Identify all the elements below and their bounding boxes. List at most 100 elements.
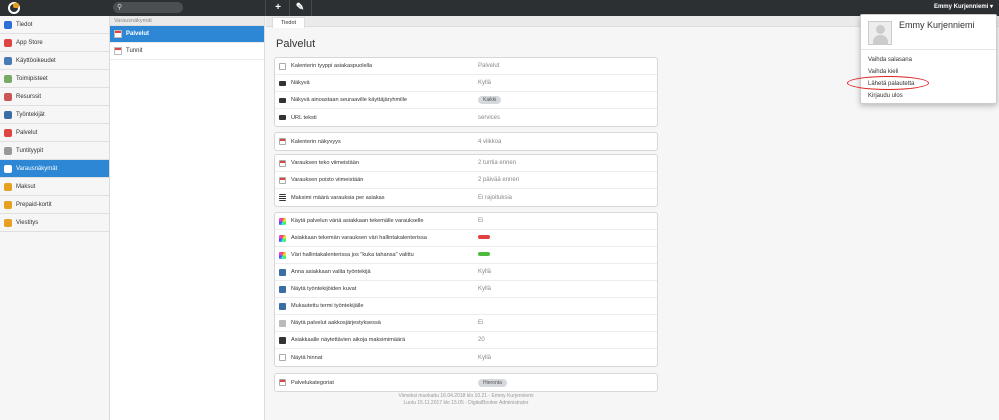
cal-icon [279,379,286,386]
setting-label: Maksimi määrä varauksia per asiakas [291,194,385,201]
sidebar-item-label: Maksut [16,183,36,190]
subnav-item-label: Palvelut [126,31,150,37]
setting-row[interactable]: Maksimi määrä varauksia per asiakas Ei ra… [275,189,657,206]
building-icon [4,74,12,83]
cal-icon [279,176,286,184]
sidebar-item-tuntityypit[interactable]: Tuntityypit [0,142,109,160]
info-icon [4,20,12,29]
setting-row[interactable]: Varauksen teko viimeistään 2 tuntia ennen [275,155,657,172]
setting-value: Kyllä [478,354,492,361]
message-icon [4,218,12,227]
setting-row[interactable]: Kalenterin näkyvyys 4 viikkoa [275,133,657,150]
setting-row[interactable]: Näkyvä Kyllä [275,75,657,92]
sidebar-item-maksut[interactable]: Maksut [0,178,109,196]
eye-icon [279,97,286,103]
setting-label: Näkyvä [291,80,310,86]
sidebar-item-label: Käyttöoikeudet [16,57,56,64]
sidebar-item-toimipisteet[interactable]: Toimipisteet [0,70,109,88]
divider [265,0,266,16]
setting-value: Palvelut [478,63,500,69]
setting-row[interactable]: Varauksen poisto viimeistään 2 päivää enn… [275,172,657,189]
sub-navigation-heading: Varausnäkymät [110,16,264,26]
sidebar-item-työntekijät[interactable]: Työntekijät [0,106,109,124]
payments-icon [4,182,12,191]
search-input[interactable]: ⚲ [113,2,183,13]
sidebar-item-label: Toimipisteet [16,75,48,82]
setting-label: Näytä hinnat [291,354,323,361]
clock-icon [4,146,12,155]
app-store-icon [4,38,12,47]
abc-icon [279,319,286,327]
sidebar-item-app-store[interactable]: App Store [0,34,109,52]
setting-value: 2 tuntia ennen [478,160,517,166]
sidebar-item-palvelut[interactable]: Palvelut [0,124,109,142]
setting-value: services [478,114,501,121]
setting-value: Kyllä [478,269,492,275]
card-icon [4,200,12,209]
setting-value [478,252,490,258]
color-swatch [478,252,490,256]
page-title: Palvelut [276,38,316,50]
setting-row[interactable]: Näytä työntekijöiden kuvat Kyllä [275,281,657,298]
sidebar-item-prepaid-kortit[interactable]: Prepaid-kortit [0,196,109,214]
setting-row[interactable]: Väri hallintakalenterissa jos "kuka taha… [275,247,657,264]
setting-row[interactable]: Asiakkaan tekemän varauksen väri hallint… [275,230,657,247]
setting-row[interactable]: Asiakkaalle näytettävien aikoja maksimim… [275,332,657,349]
employees-icon [4,110,12,119]
subnav-item-palvelut[interactable]: Palvelut [110,26,264,43]
user-icon [279,268,286,276]
sidebar-item-label: Palvelut [16,129,38,136]
highlight-annotation [847,76,929,90]
user-icon [279,285,286,293]
tab-tiedot[interactable]: Tiedot [272,17,306,28]
setting-value: Ei [478,218,484,224]
setting-value: 4 viikkoa [478,138,502,145]
tag-pill: Hieronta [478,378,507,387]
change-language-link[interactable]: Vaihda kieli [868,69,898,75]
sidebar-item-käyttöoikeudet[interactable]: Käyttöoikeudet [0,52,109,70]
setting-value: Kyllä [478,80,492,86]
setting-row[interactable]: Näytä palvelut aakkosjärjestyksessä Ei [275,315,657,332]
edit-button[interactable]: ✎ [292,1,308,15]
sidebar-item-resurssit[interactable]: Resurssit [0,88,109,106]
sub-navigation: Varausnäkymät Palvelut Tunnit [110,16,265,420]
sidebar-item-viestitys[interactable]: Viestitys [0,214,109,232]
setting-label: Palvelukategoriat [291,379,334,386]
add-button[interactable]: + [270,1,286,15]
setting-row[interactable]: Palvelukategoriat Hieronta [275,374,657,391]
setting-label: Kalenterin tyyppi asiakaspuolella [291,63,373,69]
resources-icon [4,92,12,101]
sidebar-item-label: Viestitys [16,219,39,226]
settings-group: Kalenterin tyyppi asiakaspuolella Palvelu… [274,57,658,127]
sidebar-item-tiedot[interactable]: Tiedot [0,16,109,34]
setting-label: URL teksti [291,114,317,121]
num-icon [279,336,286,344]
eye-icon [279,80,286,86]
change-password-link[interactable]: Vaihda salasana [868,57,912,63]
services-icon [4,128,12,137]
setting-row[interactable]: URL teksti services [275,109,657,126]
setting-label: Varauksen teko viimeistään [291,160,359,166]
user-profile-header: Emmy Kurjenniemi [861,15,996,50]
sidebar-item-varausnäkymät[interactable]: Varausnäkymät [0,160,109,178]
setting-row[interactable]: Näytä hinnat Kyllä [275,349,657,366]
calendar-icon [114,47,122,55]
setting-label: Anna asiakkaan valita työntekijä [291,269,371,275]
app-logo[interactable] [8,2,20,14]
users-icon [4,56,12,65]
setting-row[interactable]: Näkyvä ainoastaan seuraaville käyttäjäry… [275,92,657,109]
setting-row[interactable]: Kalenterin tyyppi asiakaspuolella Palvelu… [275,58,657,75]
setting-row[interactable]: Anna asiakkaan valita työntekijä Kyllä [275,264,657,281]
user-menu-button[interactable]: Emmy Kurjenniemi ▾ [934,3,993,10]
calendar-icon [114,30,122,38]
subnav-item-tunnit[interactable]: Tunnit [110,43,264,60]
setting-row[interactable]: Käytä palvelun väriä asiakkaan tekemälle… [275,213,657,230]
sidebar-item-label: Prepaid-kortit [16,201,52,208]
sidebar-item-label: Tuntityypit [16,147,44,154]
cal-icon [279,159,286,167]
setting-row[interactable]: Mukautettu termi työntekijälle [275,298,657,315]
subnav-item-label: Tunnit [126,48,143,54]
color-icon [279,217,286,225]
settings-group: Kalenterin näkyvyys 4 viikkoa [274,132,658,151]
logout-link[interactable]: Kirjaudu ulos [868,93,903,99]
